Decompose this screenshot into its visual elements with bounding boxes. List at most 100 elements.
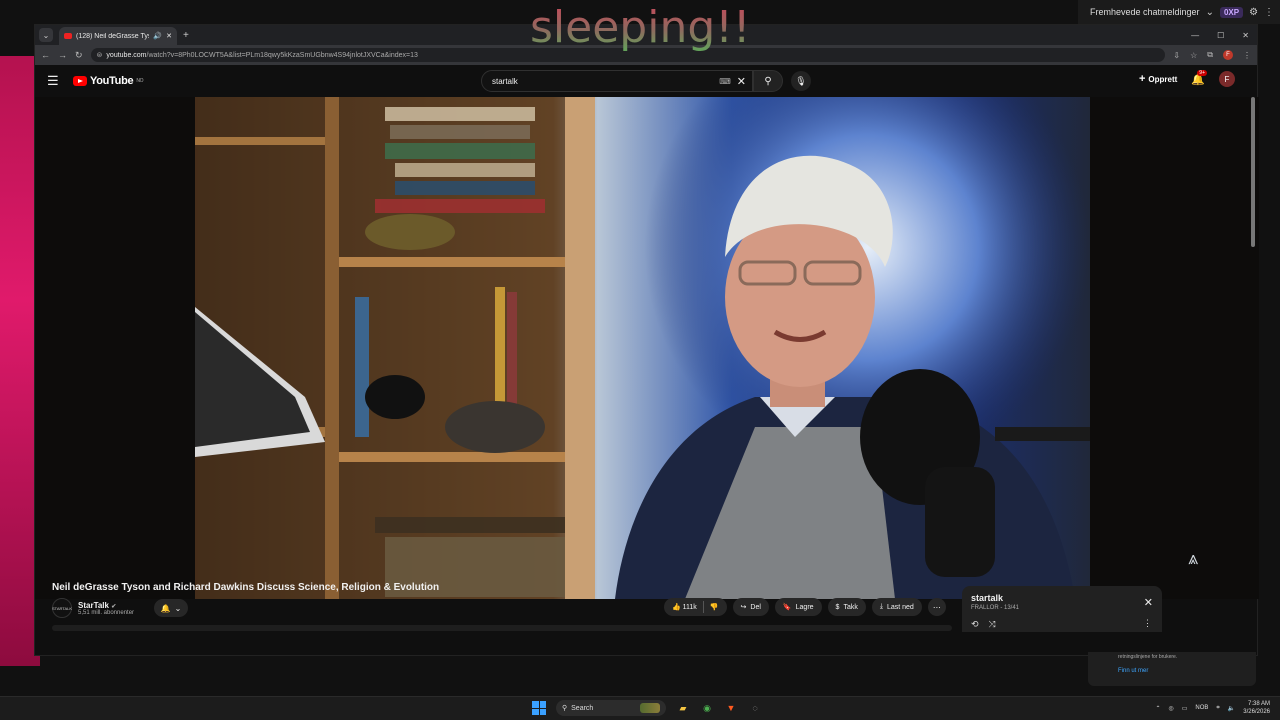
close-tab-icon[interactable]: ✕ bbox=[166, 32, 172, 40]
dislike-icon[interactable]: 👎 bbox=[710, 603, 719, 611]
maximize-icon[interactable]: ☐ bbox=[1217, 31, 1224, 40]
page-scrollbar[interactable] bbox=[1251, 97, 1255, 247]
playlist-controls: ⟲ ⤨ bbox=[971, 619, 996, 630]
more-vertical-icon[interactable]: ⋮ bbox=[1143, 618, 1152, 629]
forward-icon[interactable]: → bbox=[58, 50, 67, 60]
toolbar-right: ⇩ ☆ ⧉ F ⋮ bbox=[1173, 50, 1251, 60]
search-input[interactable]: startalk ⌨ ✕ bbox=[481, 70, 753, 92]
download-icon: ⤓ bbox=[879, 603, 883, 610]
video-frame[interactable] bbox=[195, 97, 1090, 599]
learn-more-link[interactable]: Finn ut mer bbox=[1118, 668, 1226, 674]
loop-icon[interactable]: ⟲ bbox=[971, 619, 979, 630]
language-indicator[interactable]: NOB bbox=[1195, 705, 1208, 711]
youtube-header: ☰ YouTube NO startalk ⌨ ✕ ⚲ 🎙 + Opprett … bbox=[35, 65, 1257, 97]
chat-selector-label: Fremhevede chatmeldinger bbox=[1090, 7, 1200, 17]
tab-search-button[interactable]: ⌄ bbox=[39, 28, 53, 42]
streamer-logo-icon: ⩓ bbox=[1188, 548, 1199, 568]
playlist-panel: startalk FRALLOR - 13/41 ✕ ⟲ ⤨ ⋮ bbox=[962, 586, 1162, 632]
close-icon[interactable]: ✕ bbox=[1144, 596, 1153, 609]
url-host: youtube.com bbox=[106, 51, 147, 59]
share-button[interactable]: ↪ Del bbox=[732, 598, 769, 616]
notifications-button[interactable]: 🔔 9+ bbox=[1191, 69, 1207, 86]
shuffle-icon[interactable]: ⤨ bbox=[989, 619, 996, 630]
screen: sleeping!! Fremhevede chatmeldinger ⌄ 0X… bbox=[0, 0, 1280, 720]
clock-time: 7:38 AM bbox=[1247, 701, 1270, 707]
settings-icon[interactable]: ⚙ bbox=[1249, 7, 1258, 18]
tray-app2-icon[interactable]: ▭ bbox=[1182, 705, 1188, 712]
network-icon[interactable]: ⌗ bbox=[1216, 705, 1219, 712]
back-icon[interactable]: ← bbox=[41, 50, 50, 60]
divider bbox=[702, 601, 704, 613]
taskbar-search[interactable]: ⚲ Search bbox=[556, 700, 666, 716]
clock[interactable]: 7:38 AM 3/26/2026 bbox=[1243, 700, 1270, 716]
video-title: Neil deGrasse Tyson and Richard Dawkins … bbox=[52, 582, 440, 593]
save-button[interactable]: 🔖 Lagre bbox=[774, 598, 822, 616]
subscribed-bell-button[interactable]: 🔔 ⌄ bbox=[154, 599, 189, 617]
save-label: Lagre bbox=[795, 603, 814, 611]
thanks-label: Takk bbox=[843, 603, 858, 611]
chevron-down-icon: ⌄ bbox=[1205, 6, 1214, 18]
thanks-button[interactable]: $ Takk bbox=[827, 598, 866, 616]
channel-avatar[interactable]: STARTALK bbox=[52, 598, 72, 618]
volume-icon[interactable]: 🔈 bbox=[1228, 705, 1235, 712]
browser-tab-active[interactable]: (128) Neil deGrasse Tyson an 🔊 ✕ bbox=[59, 27, 177, 45]
logo-region: NO bbox=[136, 78, 144, 84]
subscriber-count: 5,51 mill. abonnenter bbox=[78, 609, 135, 616]
notification-count: 9+ bbox=[1197, 69, 1207, 76]
like-dislike-group: 👍 111k 👎 bbox=[664, 598, 727, 616]
site-info-icon[interactable]: ⊜ bbox=[97, 51, 103, 59]
window-controls: — ☐ ✕ bbox=[1191, 31, 1257, 40]
video-player[interactable] bbox=[35, 97, 1259, 599]
stream-overlay-text: sleeping!! bbox=[530, 2, 751, 53]
more-vertical-icon[interactable]: ⋮ bbox=[1264, 7, 1274, 18]
chat-selector[interactable]: Fremhevede chatmeldinger ⌄ 0XP ⚙ ⋮ bbox=[1078, 0, 1280, 24]
taskbar-apps: ⚲ Search ▰ ◉ ▼ ◌ bbox=[532, 700, 762, 716]
install-app-icon[interactable]: ⇩ bbox=[1173, 51, 1180, 60]
chevron-down-icon: ⌄ bbox=[174, 603, 182, 613]
chrome-icon[interactable]: ◉ bbox=[700, 701, 714, 715]
xp-badge: 0XP bbox=[1219, 6, 1244, 18]
playlist-title[interactable]: startalk bbox=[971, 593, 1153, 603]
file-explorer-icon[interactable]: ▰ bbox=[676, 701, 690, 715]
app-icon[interactable]: ◌ bbox=[748, 701, 762, 715]
menu-icon[interactable]: ☰ bbox=[47, 73, 61, 89]
channel-name-wrap[interactable]: StarTalk ✔ bbox=[78, 601, 134, 610]
download-label: Last ned bbox=[886, 603, 914, 611]
youtube-favicon-icon bbox=[64, 33, 72, 39]
minimize-icon[interactable]: — bbox=[1191, 31, 1199, 40]
voice-search-button[interactable]: 🎙 bbox=[791, 71, 811, 91]
clear-search-icon[interactable]: ✕ bbox=[737, 75, 746, 88]
more-actions-button[interactable]: ⋯ bbox=[927, 598, 946, 616]
extensions-icon[interactable]: ⧉ bbox=[1207, 50, 1213, 60]
search-button[interactable]: ⚲ bbox=[753, 70, 783, 92]
youtube-logo[interactable]: YouTube NO bbox=[73, 75, 144, 87]
search-icon: ⚲ bbox=[764, 75, 772, 87]
download-button[interactable]: ⤓ Last ned bbox=[871, 598, 922, 616]
mic-icon: 🎙 bbox=[795, 75, 807, 86]
keyboard-icon[interactable]: ⌨ bbox=[719, 77, 731, 86]
header-actions: + Opprett 🔔 9+ F bbox=[1139, 69, 1235, 87]
close-window-icon[interactable]: ✕ bbox=[1242, 31, 1249, 40]
browser-window: ⌄ (128) Neil deGrasse Tyson an 🔊 ✕ + — ☐… bbox=[34, 24, 1259, 656]
search-icon: ⚲ bbox=[562, 705, 568, 712]
new-tab-button[interactable]: + bbox=[183, 30, 189, 41]
start-icon[interactable] bbox=[532, 701, 546, 715]
brave-icon[interactable]: ▼ bbox=[724, 701, 738, 715]
taskbar: ⚲ Search ▰ ◉ ▼ ◌ ⌃ ◎ ▭ NOB ⌗ 🔈 7:38 AM 3… bbox=[0, 696, 1280, 720]
ambient-right bbox=[1090, 97, 1259, 599]
reload-icon[interactable]: ↻ bbox=[75, 50, 83, 61]
background-chat-panel: retningslinjene for brukere. Finn ut mer bbox=[1088, 652, 1256, 686]
plus-icon: + bbox=[1138, 73, 1146, 85]
profile-avatar[interactable]: F bbox=[1223, 50, 1233, 60]
account-avatar[interactable]: F bbox=[1219, 71, 1235, 87]
like-button[interactable]: 👍 111k bbox=[672, 603, 697, 611]
browser-menu-icon[interactable]: ⋮ bbox=[1243, 51, 1251, 60]
tray-app-icon[interactable]: ◎ bbox=[1168, 705, 1173, 712]
create-button[interactable]: + Opprett bbox=[1139, 73, 1177, 85]
chevron-up-icon[interactable]: ⌃ bbox=[1155, 705, 1160, 712]
bookmark-star-icon[interactable]: ☆ bbox=[1190, 51, 1197, 60]
search-highlight-image bbox=[640, 703, 660, 713]
create-label: Opprett bbox=[1148, 74, 1178, 84]
clock-date: 3/26/2026 bbox=[1243, 709, 1270, 715]
audio-icon[interactable]: 🔊 bbox=[153, 32, 162, 40]
